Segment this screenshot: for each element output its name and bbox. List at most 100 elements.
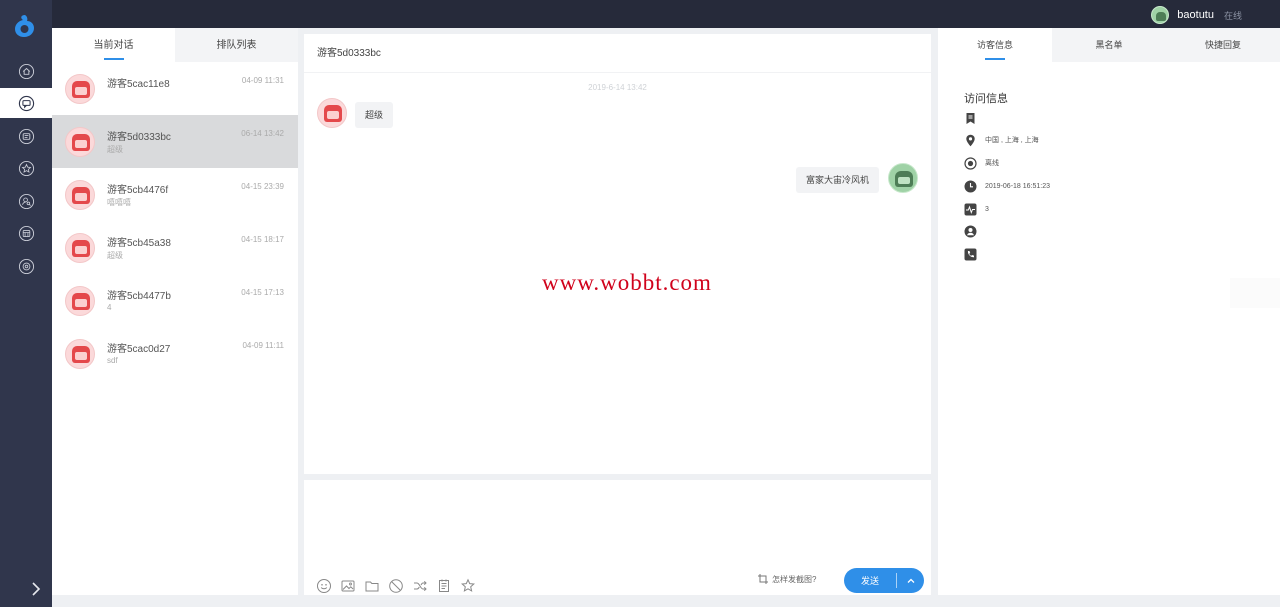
- settings-icon: [18, 258, 34, 274]
- home-icon: [18, 63, 34, 79]
- note-icon[interactable]: [436, 578, 452, 594]
- bookmark-icon: [966, 112, 975, 124]
- conversation-time: 04-09 11:31: [241, 76, 284, 85]
- star-icon: [18, 160, 34, 176]
- send-options-toggle[interactable]: [897, 576, 924, 586]
- conversation-list: 游客5cac11e8 04-09 11:31 游客5d0333bc 06-14 …: [52, 62, 298, 380]
- nav-home[interactable]: [0, 56, 52, 86]
- phone-icon: [964, 248, 977, 260]
- visitor-avatar: [65, 286, 95, 316]
- info-row-time: 2019-06-18 16:51:23: [964, 179, 1050, 193]
- folder-icon[interactable]: [364, 578, 380, 594]
- screenshot-help-text: 怎样发截图?: [772, 574, 817, 584]
- nav-favorites[interactable]: [0, 153, 52, 183]
- nav-chat[interactable]: [0, 88, 52, 118]
- image-icon[interactable]: [340, 578, 356, 594]
- user-avatar[interactable]: [1151, 6, 1170, 24]
- visitor-info-panel: 访客信息 黑名单 快捷回复 访问信息 中国 , 上海 , 上海 离线 2019-…: [938, 28, 1280, 595]
- conversation-name: 游客5cb4477b: [107, 291, 171, 302]
- sidebar: [0, 0, 52, 607]
- star-icon[interactable]: [460, 578, 476, 594]
- person-icon: [964, 225, 977, 237]
- user-name[interactable]: baotutu: [1177, 9, 1214, 21]
- conversation-time: 04-15 23:39: [241, 182, 284, 191]
- floating-box: [1230, 278, 1280, 308]
- nav-settings[interactable]: [0, 251, 52, 281]
- conversation-panel: 当前对话 排队列表 游客5cac11e8 04-09 11:31 游客5d033…: [52, 28, 298, 595]
- conversation-name: 游客5cb45a38: [107, 238, 171, 249]
- chat-panel: 游客5d0333bc 2019-6-14 13:42 超级 富家大宙冷风机 ww…: [304, 34, 931, 474]
- conversation-preview: 超级: [107, 145, 123, 154]
- conversation-name: 游客5cac11e8: [107, 79, 170, 90]
- clock-icon: [964, 180, 977, 192]
- conversation-item[interactable]: 游客5cb4476f 04-15 23:39 嘻嘻嘻: [52, 168, 298, 221]
- info-row-status: 离线: [964, 156, 999, 170]
- visitor-avatar: [317, 98, 347, 128]
- conversation-time: 06-14 13:42: [241, 129, 284, 138]
- chat-title: 游客5d0333bc: [304, 34, 931, 73]
- block-icon[interactable]: [388, 578, 404, 594]
- user-menu[interactable]: baotutu 在线: [1151, 5, 1242, 25]
- conversation-item[interactable]: 游客5cac11e8 04-09 11:31: [52, 62, 298, 115]
- visitor-avatar: [65, 74, 95, 104]
- info-row-bookmark: [964, 111, 985, 125]
- queue-icon: [18, 128, 34, 144]
- send-button[interactable]: 发送: [844, 568, 924, 593]
- tab-visitor-info[interactable]: 访客信息: [938, 28, 1052, 62]
- info-tabs: 访客信息 黑名单 快捷回复: [938, 28, 1280, 62]
- info-row-contact: [964, 224, 985, 238]
- send-label: 发送: [860, 576, 879, 586]
- database-icon: [18, 225, 34, 241]
- location-icon: [966, 134, 975, 146]
- user-status: 在线: [1223, 10, 1242, 21]
- activity-icon: [964, 203, 977, 215]
- tab-quick-reply[interactable]: 快捷回复: [1166, 28, 1280, 62]
- nav-visitors[interactable]: [0, 186, 52, 216]
- status-icon: [964, 156, 977, 170]
- chevron-right-icon[interactable]: [28, 580, 44, 598]
- transfer-icon[interactable]: [412, 578, 428, 594]
- info-row-phone: [964, 247, 985, 261]
- nav-queue[interactable]: [0, 121, 52, 151]
- editor-toolbar: [316, 578, 476, 594]
- visitor-avatar: [65, 233, 95, 263]
- conversation-time: 04-15 18:17: [241, 235, 284, 244]
- conversation-time: 04-15 17:13: [241, 288, 284, 297]
- conversation-item[interactable]: 游客5d0333bc 06-14 13:42 超级: [52, 115, 298, 168]
- chat-date: 2019-6-14 13:42: [588, 83, 647, 92]
- conversation-item[interactable]: 游客5cb4477b 04-15 17:13 4: [52, 274, 298, 327]
- message-editor[interactable]: 怎样发截图? 发送: [304, 480, 931, 595]
- tab-current-conversations[interactable]: 当前对话: [52, 28, 175, 62]
- agent-avatar: [888, 163, 918, 193]
- conversation-item[interactable]: 游客5cb45a38 04-15 18:17 超级: [52, 221, 298, 274]
- top-bar: baotutu 在线: [0, 0, 1280, 28]
- crop-icon: [758, 574, 768, 584]
- tab-queue-list[interactable]: 排队列表: [175, 28, 298, 62]
- agent-message: 富家大宙冷风机: [795, 167, 879, 193]
- tab-blacklist[interactable]: 黑名单: [1052, 28, 1166, 62]
- conversation-name: 游客5cac0d27: [107, 344, 171, 355]
- visitor-avatar: [65, 339, 95, 369]
- conversation-name: 游客5cb4476f: [107, 185, 169, 196]
- info-row-location: 中国 , 上海 , 上海: [964, 133, 1039, 147]
- chat-icon: [18, 95, 34, 111]
- chevron-up-icon: [907, 578, 914, 583]
- conversation-time: 04-09 11:11: [242, 341, 284, 350]
- conversation-preview: 嘻嘻嘻: [107, 198, 131, 207]
- bottom-strip: [52, 595, 1280, 607]
- screenshot-help-link[interactable]: 怎样发截图?: [757, 573, 816, 585]
- visitor-avatar: [65, 127, 95, 157]
- info-title: 访问信息: [964, 93, 1008, 105]
- emoji-icon[interactable]: [316, 578, 332, 594]
- conversation-preview: 4: [107, 303, 112, 312]
- nav-records[interactable]: [0, 218, 52, 248]
- visitor-avatar: [65, 180, 95, 210]
- conversation-name: 游客5d0333bc: [107, 132, 171, 143]
- watermark-text: www.wobbt.com: [542, 270, 712, 295]
- conversation-item[interactable]: 游客5cac0d27 04-09 11:11 sdf: [52, 327, 298, 380]
- logo-icon: [15, 15, 34, 37]
- conversation-tabs: 当前对话 排队列表: [52, 28, 298, 62]
- info-row-visits: 3: [964, 202, 989, 216]
- conversation-preview: sdf: [107, 356, 118, 365]
- visitor-message: 超级: [355, 102, 394, 128]
